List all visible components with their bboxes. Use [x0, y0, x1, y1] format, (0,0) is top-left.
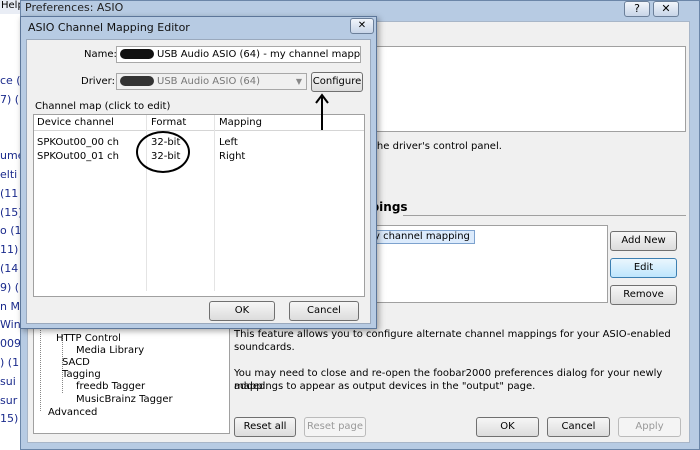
dialog-body: Name: USB Audio ASIO (64) - my channel m… [26, 39, 371, 324]
reset-all-button[interactable]: Reset all [234, 417, 296, 437]
column-divider [214, 115, 215, 291]
redaction-mark [120, 76, 154, 86]
mapping-item[interactable]: y channel mapping [369, 230, 475, 244]
help-button[interactable]: ? [624, 1, 650, 17]
apply-button[interactable]: Apply [618, 417, 681, 437]
tree-item-http-control[interactable]: HTTP Control [56, 333, 121, 344]
add-new-button[interactable]: Add New [610, 231, 677, 251]
info-text-4: mappings to appear as output devices in … [234, 381, 536, 392]
table-row-2-channel[interactable]: SPKOut00_01 ch [37, 151, 119, 162]
driver-select[interactable]: USB Audio ASIO (64) ▼ [116, 73, 307, 90]
ok-button[interactable]: OK [476, 417, 539, 437]
driver-select-value: USB Audio ASIO (64) [157, 76, 261, 87]
redaction-mark [120, 49, 154, 59]
close-button[interactable]: ✕ [653, 1, 679, 17]
window-title: Preferences: ASIO [25, 1, 124, 14]
mapping-list[interactable]: y channel mapping [368, 225, 608, 303]
column-format[interactable]: Format [151, 117, 186, 128]
table-row-1-mapping[interactable]: Left [219, 137, 238, 148]
driver-panel-hint: the driver's control panel. [373, 141, 502, 152]
column-device-channel[interactable]: Device channel [37, 117, 114, 128]
column-mapping[interactable]: Mapping [219, 117, 262, 128]
annotation-circle [136, 131, 190, 173]
cancel-button[interactable]: Cancel [547, 417, 610, 437]
asio-mapping-dialog: ASIO Channel Mapping Editor ✕ Name: USB … [20, 16, 377, 329]
table-row-2-mapping[interactable]: Right [219, 151, 245, 162]
annotation-arrow-icon [315, 93, 329, 130]
reset-page-button[interactable]: Reset page [304, 417, 366, 437]
preferences-tree[interactable]: HTTP Control Media Library SACD Tagging … [33, 322, 230, 434]
dialog-title: ASIO Channel Mapping Editor [28, 21, 190, 34]
remove-button[interactable]: Remove [610, 285, 677, 305]
chevron-down-icon: ▼ [295, 77, 303, 86]
dialog-ok-button[interactable]: OK [209, 301, 275, 321]
tree-item-media-library[interactable]: Media Library [76, 345, 144, 356]
tree-item-sacd[interactable]: SACD [62, 357, 90, 368]
channel-map-table[interactable]: Device channel Format Mapping SPKOut00_0… [33, 114, 365, 297]
edit-button[interactable]: Edit [610, 258, 677, 278]
table-row-1-channel[interactable]: SPKOut00_00 ch [37, 137, 119, 148]
name-label: Name: [84, 49, 117, 60]
tree-item-musicbrainz-tagger[interactable]: MusicBrainz Tagger [76, 394, 173, 405]
dialog-close-button[interactable]: ✕ [350, 18, 374, 34]
info-text-2: soundcards. [234, 342, 295, 353]
driver-panel [373, 46, 686, 132]
tree-item-advanced[interactable]: Advanced [48, 407, 97, 418]
section-divider [403, 215, 686, 216]
info-text-1: This feature allows you to configure alt… [234, 329, 671, 340]
channel-map-label: Channel map (click to edit) [35, 101, 171, 112]
dialog-cancel-button[interactable]: Cancel [289, 301, 359, 321]
driver-label: Driver: [81, 76, 115, 87]
tree-guide-line [40, 325, 41, 411]
configure-button[interactable]: Configure [311, 72, 363, 92]
name-input-value: USB Audio ASIO (64) - my channel mapping [157, 49, 361, 60]
tree-item-tagging[interactable]: Tagging [62, 369, 101, 380]
name-input[interactable]: USB Audio ASIO (64) - my channel mapping [116, 46, 361, 63]
tree-item-freedb-tagger[interactable]: freedb Tagger [76, 381, 145, 392]
